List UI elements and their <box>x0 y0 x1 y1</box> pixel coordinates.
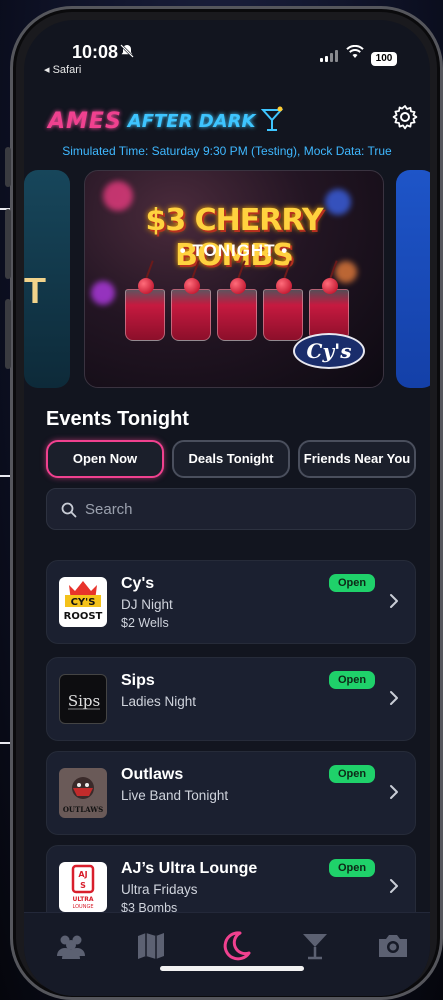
friends-icon[interactable] <box>54 929 88 963</box>
open-status-badge: Open <box>329 671 375 689</box>
svg-text:ULTRA: ULTRA <box>72 896 93 903</box>
promo-subtitle: • TONIGHT • <box>179 241 289 260</box>
phone-side-button <box>5 147 11 187</box>
carousel-card-next[interactable] <box>396 170 430 388</box>
venue-card-sips[interactable]: Sips Sips Ladies Night Open <box>46 657 416 741</box>
silent-bell-icon <box>120 44 134 61</box>
chevron-right-icon <box>390 594 398 608</box>
bottom-tab-bar <box>24 912 430 996</box>
shot-glass <box>263 260 303 341</box>
filter-open-now[interactable]: Open Now <box>46 440 164 478</box>
venue-event: Ultra Fridays <box>121 882 198 897</box>
logo-text-after-dark: AFTER DARK <box>127 111 256 132</box>
venue-deal: $2 Wells <box>121 616 169 630</box>
open-status-badge: Open <box>329 765 375 783</box>
app-screen: 10:08 ◂ Safari 100 AMES AFTER DARK Simul… <box>24 20 430 996</box>
back-to-safari-link[interactable]: ◂ Safari <box>44 63 81 76</box>
svg-text:CY'S: CY'S <box>71 597 96 608</box>
venue-name: Cy's <box>121 575 155 592</box>
carousel-card-previous[interactable]: T <box>24 170 70 388</box>
venue-event: Ladies Night <box>121 694 197 709</box>
venue-logo-outlaws: OUTLAWS <box>59 768 107 818</box>
battery-icon: 100 <box>371 52 397 66</box>
venue-name: AJ’s Ultra Lounge <box>121 860 258 877</box>
status-bar: 10:08 ◂ Safari 100 <box>24 20 430 90</box>
cocktail-icon[interactable] <box>298 929 332 963</box>
shot-glass <box>217 260 257 341</box>
app-logo: AMES AFTER DARK <box>48 106 285 137</box>
search-input[interactable]: Search <box>46 488 416 530</box>
banner-light <box>91 281 115 305</box>
venue-name: Sips <box>121 672 155 689</box>
search-placeholder: Search <box>85 501 133 518</box>
venue-event: Live Band Tonight <box>121 788 229 803</box>
search-icon <box>61 502 77 518</box>
phone-side-button <box>5 209 11 279</box>
venue-card-outlaws[interactable]: OUTLAWS Outlaws Live Band Tonight Open <box>46 751 416 835</box>
svg-text:LOUNGE: LOUNGE <box>73 904 94 910</box>
open-status-badge: Open <box>329 574 375 592</box>
venue-name: Outlaws <box>121 766 184 783</box>
venue-logo-ajs-ultra-lounge: AJ S ULTRA LOUNGE <box>59 862 107 912</box>
svg-text:AJ: AJ <box>78 870 87 879</box>
chevron-right-icon <box>390 879 398 893</box>
map-icon[interactable] <box>134 929 168 963</box>
venue-logo-badge: Cy's <box>293 333 365 369</box>
logo-text-ames: AMES <box>48 109 122 134</box>
phone-side-button <box>5 299 11 369</box>
home-indicator[interactable] <box>160 966 304 971</box>
svg-text:S: S <box>80 881 86 890</box>
filter-friends-near-you[interactable]: Friends Near You <box>298 440 416 478</box>
svg-text:Sips: Sips <box>68 692 100 710</box>
martini-logo-icon <box>261 106 285 137</box>
filter-deals-tonight[interactable]: Deals Tonight <box>172 440 290 478</box>
promo-banner-card[interactable]: $3 CHERRY BOMBS • TONIGHT • Cy's <box>84 170 384 388</box>
shot-glass <box>171 260 211 341</box>
settings-gear-icon[interactable] <box>392 104 418 130</box>
promo-title: $3 CHERRY BOMBS <box>145 203 323 273</box>
camera-icon[interactable] <box>376 929 410 963</box>
moon-icon[interactable] <box>218 929 252 963</box>
svg-text:ROOST: ROOST <box>64 611 103 622</box>
venue-card-cys[interactable]: CY'S ROOST Cy's DJ Night $2 Wells Open <box>46 560 416 644</box>
shot-glass <box>125 260 165 341</box>
simulated-time-banner: Simulated Time: Saturday 9:30 PM (Testin… <box>62 144 392 158</box>
chevron-right-icon <box>390 785 398 799</box>
cell-signal-icon <box>320 50 338 62</box>
chevron-right-icon <box>390 691 398 705</box>
section-title: Events Tonight <box>46 408 189 430</box>
carousel-card-fragment-text: T <box>24 270 46 311</box>
status-time: 10:08 <box>72 42 119 62</box>
venue-event: DJ Night <box>121 597 173 612</box>
venue-logo-sips: Sips <box>59 674 107 724</box>
venue-logo-cys-roost: CY'S ROOST <box>59 577 107 627</box>
svg-text:OUTLAWS: OUTLAWS <box>63 805 103 814</box>
open-status-badge: Open <box>329 859 375 877</box>
wifi-icon <box>346 44 364 64</box>
